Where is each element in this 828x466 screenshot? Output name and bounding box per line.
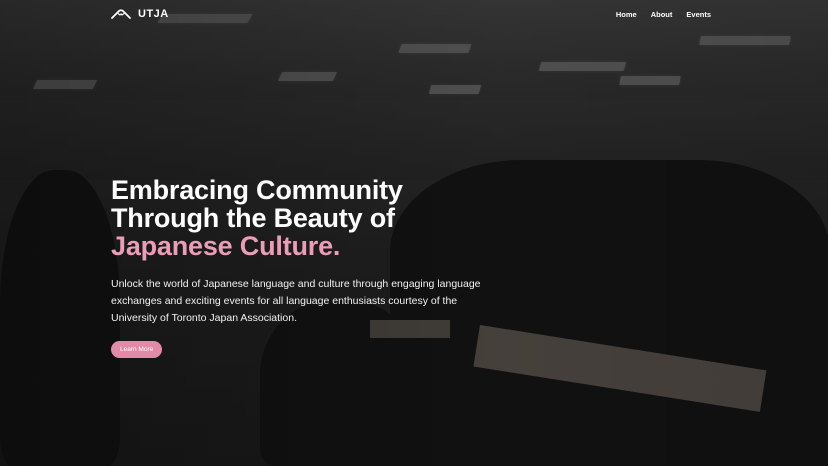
nav-link-home[interactable]: Home [616, 10, 637, 19]
hero-heading-accent: Japanese Culture. [111, 231, 341, 261]
learn-more-button[interactable]: Learn More [111, 341, 163, 358]
hero-heading-line-1: Embracing Community [111, 175, 403, 205]
hero-heading-line-2: Through the Beauty of [111, 203, 395, 233]
nav-links: Home About Events [616, 10, 711, 19]
top-navbar: UTJA Home About Events [0, 0, 828, 30]
hero-section: Embracing Community Through the Beauty o… [111, 176, 631, 358]
mountain-logo-icon [111, 9, 131, 19]
nav-link-about[interactable]: About [651, 10, 673, 19]
hero-description: Unlock the world of Japanese language an… [111, 278, 481, 324]
brand-logo-link[interactable]: UTJA [111, 8, 169, 20]
hero-heading: Embracing Community Through the Beauty o… [111, 176, 631, 260]
brand-name: UTJA [138, 8, 169, 20]
nav-link-events[interactable]: Events [686, 10, 711, 19]
